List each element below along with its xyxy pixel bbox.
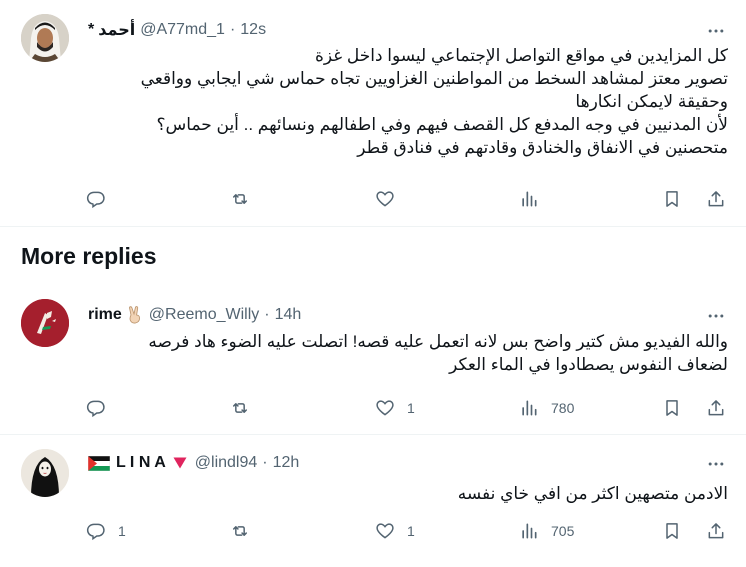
separator-dot: ·	[229, 21, 236, 38]
like-button[interactable]: 1	[375, 396, 415, 420]
reply-button[interactable]	[86, 187, 118, 211]
tweet-text: والله الفيديو مش كتير واضح بس لانه اتعمل…	[88, 330, 728, 376]
heart-icon	[376, 191, 394, 207]
timestamp[interactable]: 12h	[273, 454, 300, 472]
heart-icon	[376, 400, 394, 416]
bookmark-button[interactable]	[662, 187, 682, 211]
tweet-text: كل المزايدين في مواقع التواصل الإجتماعي …	[88, 44, 728, 159]
avatar-lina-image	[21, 449, 69, 497]
tweet-header: L I N A @lindl94 · 12h	[88, 452, 299, 474]
more-button[interactable]	[704, 19, 728, 43]
display-name[interactable]: rime	[88, 306, 122, 324]
tweet-text: الادمن متصهين اكثر من افي خاي نفسه	[88, 482, 728, 505]
tweet-lina[interactable]: L I N A @lindl94 · 12h الادمن متصهين اكث…	[0, 435, 746, 567]
like-button[interactable]	[375, 187, 407, 211]
avatar-rime[interactable]	[21, 299, 69, 347]
reply-icon	[86, 191, 105, 209]
user-handle[interactable]: @lindl94	[195, 454, 258, 472]
more-icon	[708, 29, 724, 33]
share-icon	[708, 191, 724, 207]
repost-button[interactable]	[230, 187, 262, 211]
user-handle[interactable]: @A77md_1	[140, 21, 225, 39]
heart-icon	[376, 523, 394, 539]
views-icon	[522, 523, 537, 539]
views-button[interactable]: 705	[519, 519, 574, 543]
tweet-actions	[82, 187, 732, 211]
repost-button[interactable]	[230, 396, 262, 420]
tweet-text-line: كل المزايدين في مواقع التواصل الإجتماعي …	[314, 46, 728, 65]
tweet-rime[interactable]: rime @Reemo_Willy · 14h والله الفيديو مش…	[0, 285, 746, 433]
avatar-lina[interactable]	[21, 449, 69, 497]
separator-dot: ·	[264, 306, 270, 323]
timestamp[interactable]: 14h	[275, 306, 302, 324]
repost-icon	[233, 526, 247, 536]
more-button[interactable]	[704, 304, 728, 328]
separator-dot: ·	[262, 454, 268, 471]
tweet-text-line: متحصنين في الانفاق والخنادق وقادتهم في ف…	[357, 138, 728, 157]
more-replies-heading: More replies	[21, 243, 157, 269]
tweet-header: * أحمد @A77md_1 · 12s	[88, 19, 266, 41]
display-name[interactable]: L I N A	[116, 454, 166, 472]
avatar-rime-image	[21, 299, 69, 347]
red-triangle-emoji-icon	[173, 457, 187, 469]
views-button[interactable]	[519, 187, 551, 211]
tweet-actions: 1 1 705	[82, 519, 732, 543]
bookmark-button[interactable]	[662, 396, 682, 420]
share-button[interactable]	[706, 187, 726, 211]
tweet-text-line: لأن المدنيين في وجه المدفع كل القصف فيهم…	[156, 115, 728, 134]
bookmark-icon	[666, 400, 678, 416]
tweet-header: rime @Reemo_Willy · 14h	[88, 304, 301, 326]
repost-icon	[233, 194, 247, 204]
view-count: 705	[551, 523, 575, 539]
tweet-text-line: والله الفيديو مش كتير واضح بس لانه اتعمل…	[148, 332, 728, 351]
tweet-text-line: وحقيقة لايمكن انكارها	[575, 92, 728, 111]
reply-count: 1	[118, 523, 126, 539]
bookmark-icon	[666, 523, 678, 539]
like-button[interactable]: 1	[375, 519, 415, 543]
tweet-text-line: تصوير معتز لمشاهد السخط من المواطنين الغ…	[140, 69, 728, 88]
tweet-ahmad[interactable]: * أحمد @A77md_1 · 12s كل المزايدين في مو…	[0, 0, 746, 225]
repost-icon	[233, 403, 247, 413]
bookmark-button[interactable]	[662, 519, 682, 543]
reply-button[interactable]	[86, 396, 118, 420]
peace-hand-emoji-icon	[127, 306, 143, 324]
views-icon	[522, 191, 537, 207]
tweet-actions: 1 780	[82, 396, 732, 420]
share-button[interactable]	[706, 396, 726, 420]
view-count: 780	[551, 400, 575, 416]
more-icon	[708, 462, 724, 466]
avatar-ahmad[interactable]	[21, 14, 69, 62]
more-button[interactable]	[704, 452, 728, 476]
reply-icon	[86, 523, 105, 541]
more-icon	[708, 314, 724, 318]
tweet-text-line: لضعاف النفوس يصطادوا في الماء العكر	[449, 355, 728, 374]
display-name[interactable]: أحمد	[98, 20, 135, 40]
user-handle[interactable]: @Reemo_Willy	[149, 306, 259, 324]
avatar-ahmad-image	[21, 14, 69, 62]
reply-icon	[86, 400, 105, 418]
display-name-prefix[interactable]: *	[88, 21, 94, 39]
views-button[interactable]: 780	[519, 396, 574, 420]
reply-button[interactable]: 1	[86, 519, 126, 543]
repost-button[interactable]	[230, 519, 262, 543]
divider	[0, 226, 746, 227]
share-icon	[708, 523, 724, 539]
tweet-text-line: الادمن متصهين اكثر من افي خاي نفسه	[457, 484, 728, 503]
palestine-flag-icon	[88, 455, 110, 471]
views-icon	[522, 400, 537, 416]
like-count: 1	[407, 400, 415, 416]
share-icon	[708, 400, 724, 416]
bookmark-icon	[666, 191, 678, 207]
like-count: 1	[407, 523, 415, 539]
timestamp[interactable]: 12s	[240, 21, 266, 39]
share-button[interactable]	[706, 519, 726, 543]
